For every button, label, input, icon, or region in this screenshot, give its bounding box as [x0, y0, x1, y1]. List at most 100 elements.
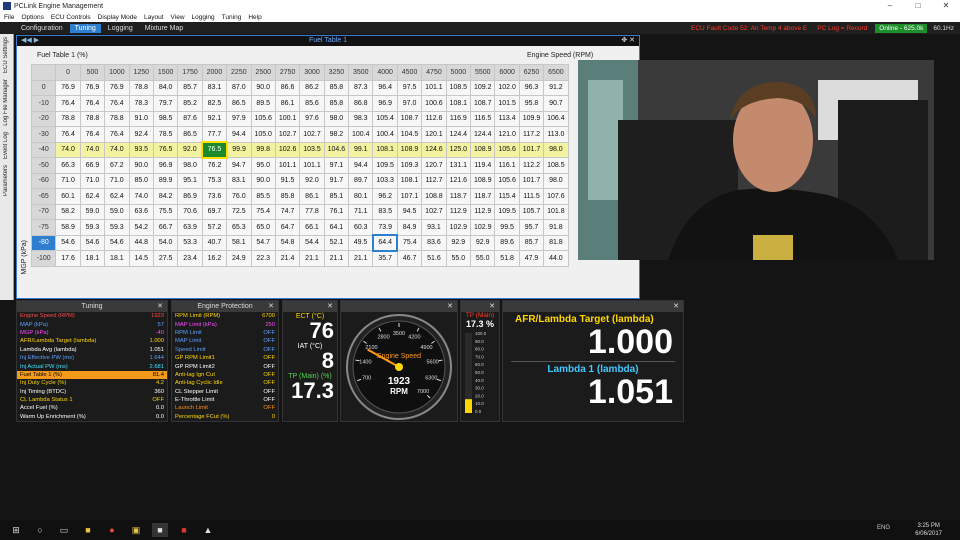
param-row[interactable]: Inj Effective PW (ms) 1.644	[17, 354, 167, 362]
mgp-header-cell[interactable]: -80	[30, 234, 57, 251]
fuel-cell[interactable]: 64.1	[323, 219, 350, 236]
param-row[interactable]: E-Throttle Limit OFF	[172, 396, 278, 404]
fuel-cell[interactable]: 97.5	[396, 79, 423, 96]
fuel-cell[interactable]: 76.4	[55, 95, 81, 112]
chrome-icon[interactable]: ●	[104, 523, 120, 537]
fuel-cell[interactable]: 90.0	[250, 172, 276, 189]
rpm-header-cell[interactable]: 6250	[518, 64, 545, 81]
fuel-cell[interactable]: 98.0	[177, 157, 203, 174]
fuel-cell[interactable]: 101.8	[543, 203, 569, 220]
fuel-cell[interactable]: 65.0	[250, 219, 276, 236]
rpm-header-cell[interactable]: 500	[79, 64, 106, 81]
fuel-cell[interactable]: 125.0	[445, 141, 472, 158]
fuel-cell[interactable]: 66.9	[79, 157, 106, 174]
param-row[interactable]: GP RPM Limit1 OFF	[172, 354, 278, 362]
fuel-cell[interactable]: 120.1	[421, 126, 447, 143]
fuel-cell[interactable]: 85.7	[518, 234, 545, 251]
fuel-cell[interactable]: 66.1	[299, 219, 325, 236]
fuel-cell[interactable]: 93.5	[128, 141, 154, 158]
fuel-cell[interactable]: 97.6	[299, 110, 325, 127]
fuel-cell[interactable]: 74.0	[79, 141, 106, 158]
side-tab-event-log[interactable]: Event Log	[3, 132, 9, 159]
tab-mixture-map[interactable]: Mixture Map	[140, 24, 189, 33]
fuel-cell[interactable]: 21.1	[323, 250, 350, 267]
fuel-cell[interactable]: 74.0	[128, 188, 154, 205]
side-tab-parameters[interactable]: Parameters	[3, 165, 9, 196]
fuel-cell[interactable]: 67.2	[104, 157, 130, 174]
fuel-cell[interactable]: 97.0	[396, 95, 423, 112]
window-controls-icon[interactable]: ✥ ✕	[621, 36, 635, 46]
fuel-cell[interactable]: 98.0	[543, 172, 569, 189]
menu-tuning[interactable]: Tuning	[222, 14, 242, 21]
fuel-cell[interactable]: 14.5	[128, 250, 154, 267]
fuel-cell[interactable]: 94.4	[226, 126, 252, 143]
fuel-cell[interactable]: 59.0	[104, 203, 130, 220]
fuel-cell[interactable]: 101.1	[421, 79, 447, 96]
fuel-cell[interactable]: 105.6	[494, 172, 520, 189]
fuel-cell[interactable]: 59.0	[79, 203, 106, 220]
mgp-header-cell[interactable]: -60	[30, 172, 57, 189]
fault-code-text[interactable]: ECU Fault Code 52: An Temp 4 above E	[691, 25, 807, 32]
fuel-cell[interactable]: 74.0	[55, 141, 81, 158]
fuel-cell[interactable]: 85.6	[299, 95, 325, 112]
fuel-cell[interactable]: 85.7	[177, 79, 203, 96]
fuel-cell[interactable]: 124.6	[421, 141, 447, 158]
fuel-cell[interactable]: 78.8	[128, 79, 154, 96]
fuel-cell[interactable]: 91.7	[323, 172, 350, 189]
mgp-header-cell[interactable]: -30	[30, 126, 57, 143]
fuel-cell[interactable]: 109.3	[396, 157, 423, 174]
fuel-cell[interactable]: 76.2	[201, 157, 228, 174]
fuel-cell[interactable]: 69.7	[201, 203, 228, 220]
fuel-cell[interactable]: 76.4	[104, 95, 130, 112]
fuel-cell[interactable]: 108.1	[445, 95, 472, 112]
fuel-cell[interactable]: 108.8	[421, 188, 447, 205]
fuel-cell[interactable]: 113.4	[494, 110, 520, 127]
fuel-cell[interactable]: 108.9	[470, 172, 496, 189]
fuel-cell[interactable]: 18.1	[79, 250, 106, 267]
fuel-cell[interactable]: 49.5	[348, 234, 374, 251]
fuel-cell[interactable]: 91.8	[543, 219, 569, 236]
menu-display-mode[interactable]: Display Mode	[98, 14, 137, 21]
rpm-header-cell[interactable]: 1500	[152, 64, 179, 81]
mgp-header-cell[interactable]: -100	[30, 250, 57, 267]
param-row[interactable]: Percentage FCut (%) 0	[172, 413, 278, 421]
fuel-cell[interactable]: 76.4	[79, 126, 106, 143]
mgp-header-cell[interactable]: -70	[30, 203, 57, 220]
fuel-cell[interactable]: 84.0	[152, 79, 179, 96]
fuel-cell[interactable]: 82.5	[201, 95, 228, 112]
fuel-cell[interactable]: 87.6	[177, 110, 203, 127]
fuel-cell[interactable]: 103.5	[299, 141, 325, 158]
fuel-cell[interactable]: 118.7	[445, 188, 472, 205]
fuel-cell[interactable]: 85.8	[323, 95, 350, 112]
fuel-cell[interactable]: 64.4	[371, 234, 399, 252]
fuel-cell[interactable]: 71.0	[79, 172, 106, 189]
rpm-header-cell[interactable]: 4500	[396, 64, 423, 81]
fuel-cell[interactable]: 97.9	[226, 110, 252, 127]
fuel-cell[interactable]: 99.1	[348, 141, 374, 158]
param-row[interactable]: Warm Up Enrichment (%) 0.0	[17, 413, 167, 421]
fuel-cell[interactable]: 92.0	[177, 141, 203, 158]
close-icon[interactable]: ✕	[327, 301, 333, 312]
rpm-header-cell[interactable]: 6500	[543, 64, 569, 81]
fuel-cell[interactable]: 85.2	[177, 95, 203, 112]
fuel-cell[interactable]: 54.0	[152, 234, 179, 251]
fuel-cell[interactable]: 54.6	[79, 234, 106, 251]
fuel-cell[interactable]: 72.5	[226, 203, 252, 220]
fuel-cell[interactable]: 112.9	[470, 203, 496, 220]
param-row[interactable]: RPM Limit OFF	[172, 329, 278, 337]
fuel-cell[interactable]: 108.7	[470, 95, 496, 112]
menu-options[interactable]: Options	[21, 14, 43, 21]
fuel-cell[interactable]: 54.6	[104, 234, 130, 251]
fuel-cell[interactable]: 89.7	[348, 172, 374, 189]
fuel-cell[interactable]: 91.0	[128, 110, 154, 127]
rpm-header-cell[interactable]: 3000	[299, 64, 325, 81]
param-row[interactable]: Inj Timing (BTDC) 360	[17, 388, 167, 396]
side-tab-ecu-settings[interactable]: ECU Settings	[3, 37, 9, 73]
close-icon[interactable]: ✕	[447, 301, 453, 312]
fuel-cell[interactable]: 93.1	[421, 219, 447, 236]
fuel-cell[interactable]: 96.3	[518, 79, 545, 96]
fuel-cell[interactable]: 35.7	[372, 250, 398, 267]
fuel-cell[interactable]: 101.7	[518, 141, 545, 158]
language-indicator[interactable]: ENG	[877, 525, 890, 531]
fuel-cell[interactable]: 74.0	[104, 141, 130, 158]
